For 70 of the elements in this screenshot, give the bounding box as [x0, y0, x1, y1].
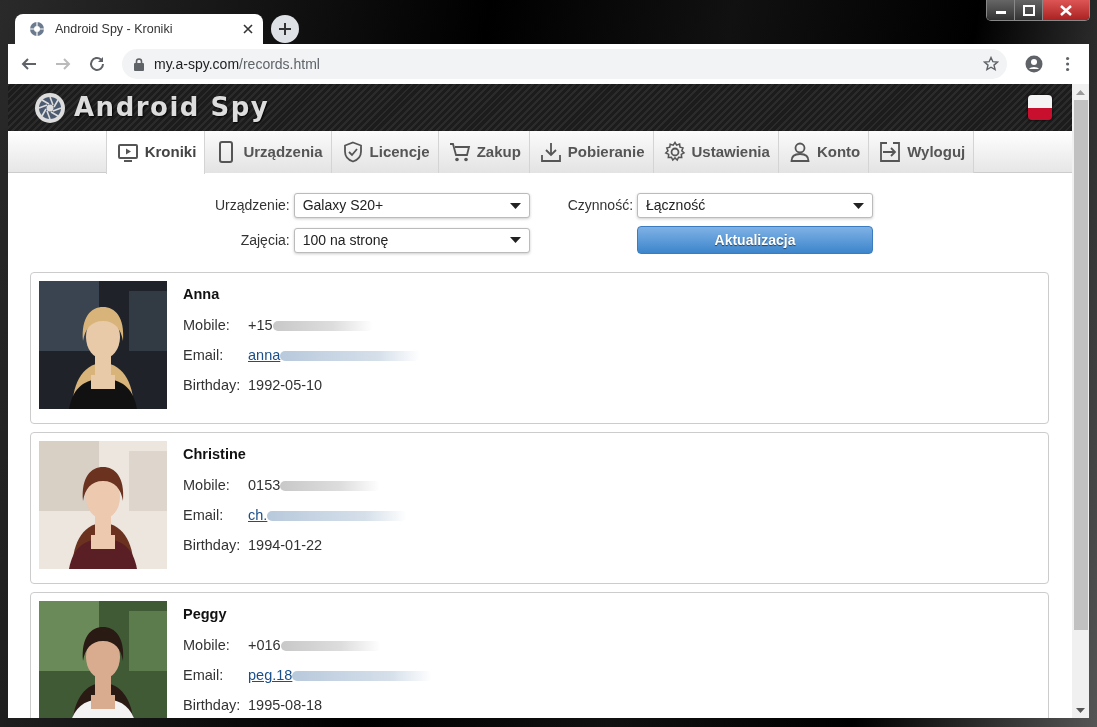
logout-icon [879, 141, 902, 163]
field-value: 0153 [248, 475, 281, 495]
aperture-icon [29, 21, 45, 37]
email-link[interactable]: ch. [248, 504, 268, 527]
field-value: 1994-01-22 [248, 535, 323, 555]
flag-icon[interactable] [1028, 95, 1052, 120]
screen-icon [116, 141, 139, 164]
account-icon [1025, 55, 1043, 73]
email-link[interactable]: peg.18 [248, 664, 293, 687]
caret-icon [853, 202, 865, 209]
nav-tab[interactable]: Konto [778, 131, 870, 173]
field-label: Birthday: [183, 375, 242, 395]
maximize-button[interactable] [1015, 0, 1043, 20]
contact-name: Peggy [183, 605, 228, 624]
contact-name: Christine [183, 445, 247, 464]
scroll-down-icon[interactable] [1076, 707, 1085, 713]
field-label: Mobile: [183, 475, 231, 495]
field-label: Email: [183, 665, 225, 685]
field-label: Mobile: [183, 315, 231, 335]
field-label: Email: [183, 345, 225, 365]
user-icon [788, 141, 811, 163]
nav-tab[interactable]: Pobieranie [529, 131, 654, 173]
gear-icon [663, 141, 686, 163]
field-label: Zajęcia: [239, 230, 290, 250]
plus-icon [278, 22, 292, 36]
url-text: my.a-spy.com/records.html [154, 54, 320, 74]
cart-icon [448, 141, 471, 163]
dropdown[interactable]: Galaxy S20+ [293, 193, 530, 218]
logo-text: Android Spy [74, 91, 270, 124]
nav-tab[interactable]: Ustawienia [653, 131, 779, 173]
shield-icon [341, 141, 364, 163]
email-link[interactable]: anna [248, 344, 281, 367]
field-label: Email: [183, 505, 225, 525]
dropdown[interactable]: 100 na stronę [293, 227, 530, 253]
contact-name: Anna [183, 285, 221, 304]
nav-tab[interactable]: Kroniki [105, 131, 206, 174]
nav-tab[interactable]: Zakup [438, 131, 530, 173]
dropdown[interactable]: Łączność [637, 193, 874, 218]
close-icon [1058, 3, 1074, 17]
field-label: Birthday: [183, 535, 242, 555]
field-value: +15 [248, 315, 273, 335]
reload-icon [88, 55, 106, 73]
address-bar[interactable]: my.a-spy.com/records.html [122, 49, 1007, 79]
close-button[interactable] [1043, 0, 1089, 20]
field-label: Birthday: [183, 695, 242, 715]
minimize-button[interactable] [987, 0, 1015, 20]
new-tab-button[interactable] [271, 15, 299, 43]
browser-tab[interactable]: Android Spy - Kroniki [15, 14, 263, 44]
field-label: Czynność: [567, 196, 634, 215]
field-label: Mobile: [183, 635, 231, 655]
field-value: 1992-05-10 [248, 375, 323, 395]
tab-title: Android Spy - Kroniki [55, 20, 174, 38]
caret-icon [509, 202, 521, 209]
menu-icon [1066, 55, 1070, 73]
close-icon[interactable] [243, 24, 253, 34]
field-label: Urządzenie: [214, 196, 290, 215]
lock-icon [134, 57, 144, 71]
aperture-icon [34, 91, 66, 124]
scroll-thumb[interactable] [1073, 100, 1088, 630]
scrollbar[interactable] [1072, 84, 1089, 718]
caret-icon [509, 237, 521, 243]
nav-tab[interactable]: Wyloguj [869, 131, 975, 173]
nav-tab[interactable]: Urządzenia [205, 131, 332, 173]
nav-tab[interactable]: Licencje [331, 131, 439, 173]
star-icon[interactable] [983, 56, 999, 72]
minimize-icon [995, 11, 1006, 14]
field-value: 1995-08-18 [248, 695, 323, 715]
maximize-icon [1020, 3, 1037, 17]
field-value: +016 [248, 635, 281, 655]
download-icon [539, 141, 562, 163]
